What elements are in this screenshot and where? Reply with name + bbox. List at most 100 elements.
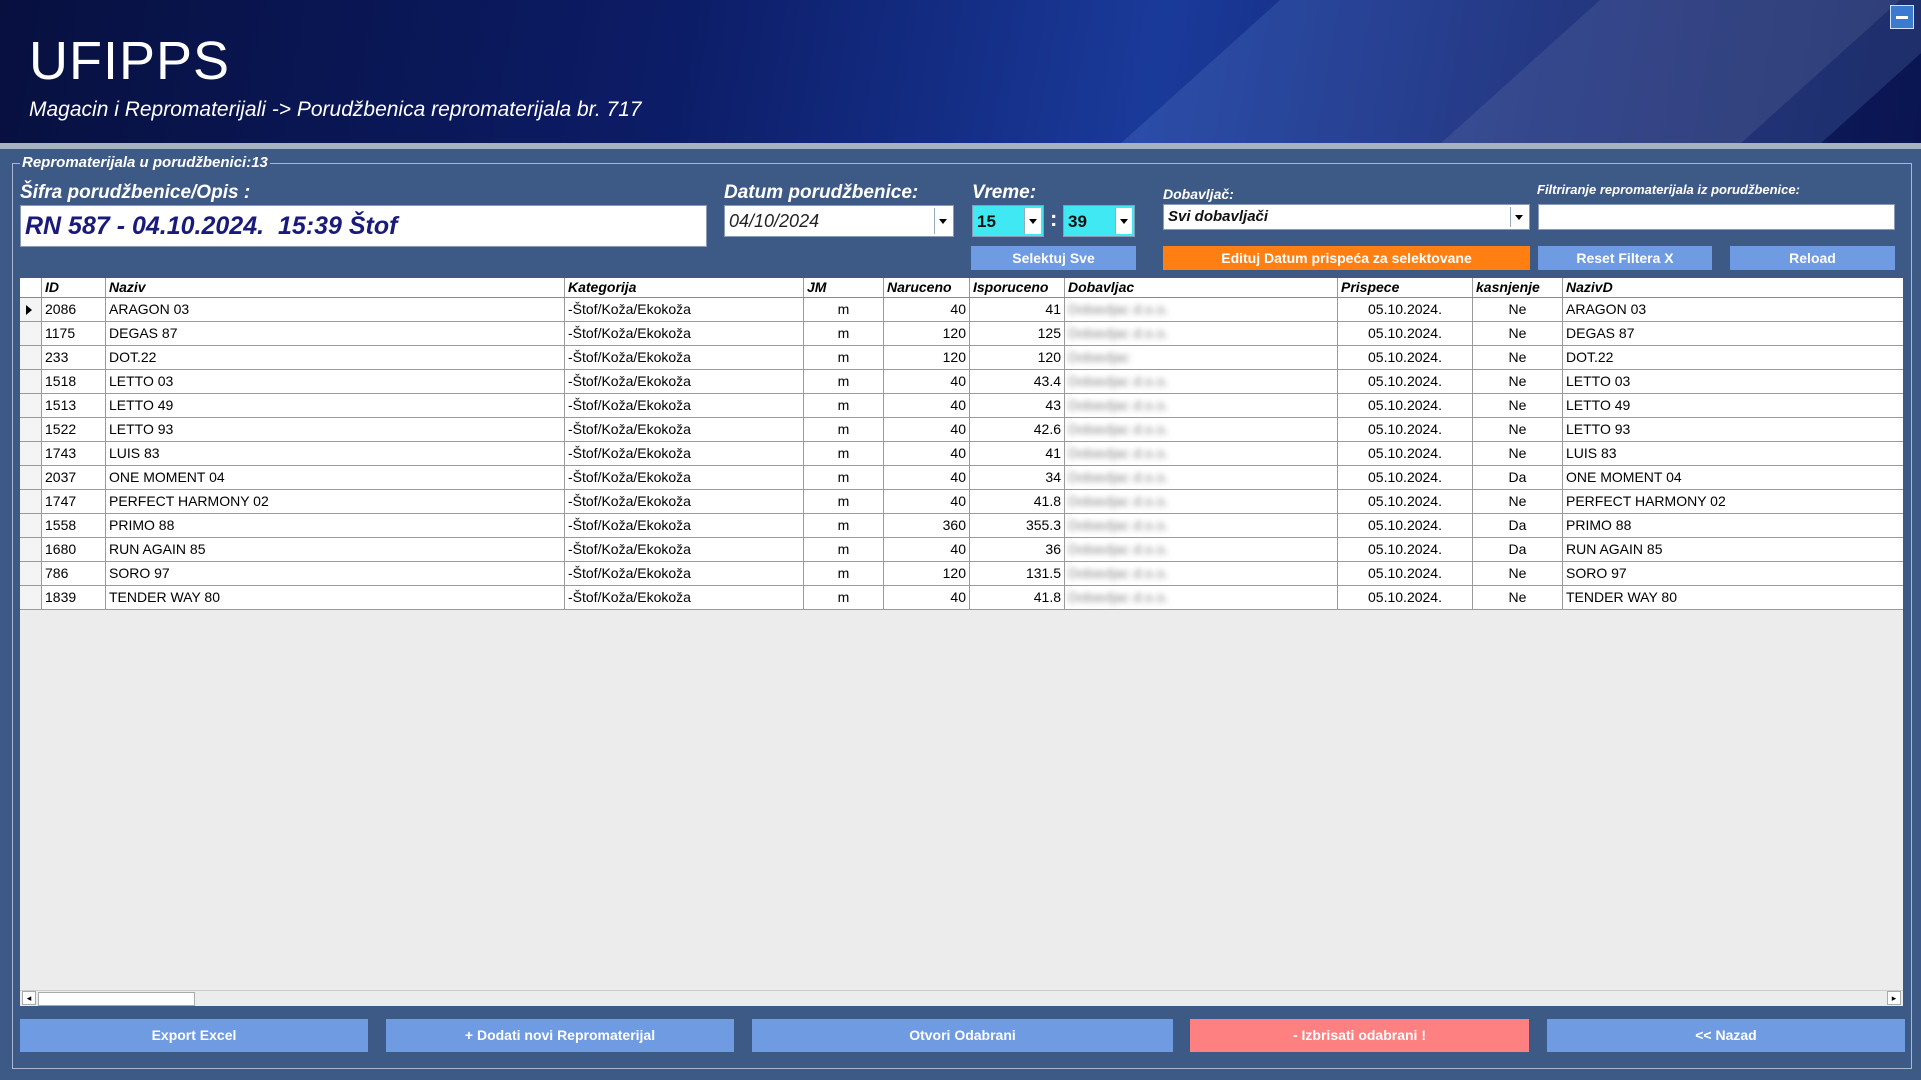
cell-prispece[interactable]: 05.10.2024.	[1338, 514, 1473, 537]
cell-nazivd[interactable]: ONE MOMENT 04	[1563, 466, 1903, 489]
cell-prispece[interactable]: 05.10.2024.	[1338, 370, 1473, 393]
cell-naziv[interactable]: LETTO 49	[106, 394, 565, 417]
cell-id[interactable]: 1743	[42, 442, 106, 465]
table-row[interactable]: 1558 PRIMO 88 -Štof/Koža/Ekokoža m 360 355.3 D…	[20, 514, 1903, 538]
cell-dobavljac[interactable]: Dobavljac d.o.o.	[1065, 514, 1338, 537]
cell-nazivd[interactable]: LUIS 83	[1563, 442, 1903, 465]
cell-dobavljac[interactable]: Dobavljac d.o.o.	[1065, 322, 1338, 345]
cell-id[interactable]: 2037	[42, 466, 106, 489]
row-selector[interactable]	[20, 586, 42, 609]
scroll-thumb[interactable]	[38, 992, 195, 1006]
table-row[interactable]: 1743 LUIS 83 -Štof/Koža/Ekokoža m 40 41 Dobavl…	[20, 442, 1903, 466]
cell-isporuceno[interactable]: 43.4	[970, 370, 1065, 393]
cell-isporuceno[interactable]: 36	[970, 538, 1065, 561]
table-row[interactable]: 1175 DEGAS 87 -Štof/Koža/Ekokoža m 120 125 Dob…	[20, 322, 1903, 346]
delete-selected-button[interactable]: - Izbrisati odabrani !	[1190, 1019, 1529, 1052]
cell-dobavljac[interactable]: Dobavljac	[1065, 346, 1338, 369]
edituj-datum-button[interactable]: Edituj Datum prispeća za selektovane	[1163, 246, 1530, 270]
col-header-nazivd[interactable]: NazivD	[1563, 278, 1903, 297]
open-selected-button[interactable]: Otvori Odabrani	[752, 1019, 1173, 1052]
cell-nazivd[interactable]: ARAGON 03	[1563, 298, 1903, 321]
filter-input[interactable]	[1538, 204, 1895, 230]
table-row[interactable]: 1747 PERFECT HARMONY 02 -Štof/Koža/Ekokoža…	[20, 490, 1903, 514]
chevron-down-icon[interactable]	[1024, 208, 1041, 234]
cell-kategorija[interactable]: -Štof/Koža/Ekokoža	[565, 394, 804, 417]
row-selector[interactable]	[20, 394, 42, 417]
cell-naruceno[interactable]: 40	[884, 538, 970, 561]
cell-naziv[interactable]: ONE MOMENT 04	[106, 466, 565, 489]
cell-kategorija[interactable]: -Štof/Koža/Ekokoža	[565, 442, 804, 465]
minimize-icon[interactable]	[1890, 5, 1914, 29]
cell-prispece[interactable]: 05.10.2024.	[1338, 418, 1473, 441]
cell-nazivd[interactable]: LETTO 03	[1563, 370, 1903, 393]
cell-id[interactable]: 1558	[42, 514, 106, 537]
cell-isporuceno[interactable]: 131.5	[970, 562, 1065, 585]
cell-id[interactable]: 1175	[42, 322, 106, 345]
cell-kategorija[interactable]: -Štof/Koža/Ekokoža	[565, 514, 804, 537]
cell-dobavljac[interactable]: Dobavljac d.o.o.	[1065, 418, 1338, 441]
cell-naziv[interactable]: LUIS 83	[106, 442, 565, 465]
cell-kasnjenje[interactable]: Ne	[1473, 346, 1563, 369]
cell-kasnjenje[interactable]: Da	[1473, 538, 1563, 561]
row-selector[interactable]	[20, 370, 42, 393]
table-row[interactable]: 2086 ARAGON 03 -Štof/Koža/Ekokoža m 40 41 Doba…	[20, 298, 1903, 322]
cell-dobavljac[interactable]: Dobavljac d.o.o.	[1065, 466, 1338, 489]
cell-isporuceno[interactable]: 120	[970, 346, 1065, 369]
cell-naziv[interactable]: PERFECT HARMONY 02	[106, 490, 565, 513]
datum-picker[interactable]: 04/10/2024	[724, 205, 954, 237]
cell-kasnjenje[interactable]: Ne	[1473, 418, 1563, 441]
cell-naruceno[interactable]: 360	[884, 514, 970, 537]
cell-jm[interactable]: m	[804, 442, 884, 465]
cell-jm[interactable]: m	[804, 298, 884, 321]
cell-kategorija[interactable]: -Štof/Koža/Ekokoža	[565, 418, 804, 441]
col-header-kategorija[interactable]: Kategorija	[565, 278, 804, 297]
cell-id[interactable]: 1680	[42, 538, 106, 561]
cell-dobavljac[interactable]: Dobavljac d.o.o.	[1065, 562, 1338, 585]
cell-isporuceno[interactable]: 125	[970, 322, 1065, 345]
cell-id[interactable]: 1522	[42, 418, 106, 441]
chevron-down-icon[interactable]	[1510, 207, 1527, 227]
cell-dobavljac[interactable]: Dobavljac d.o.o.	[1065, 394, 1338, 417]
cell-isporuceno[interactable]: 41	[970, 442, 1065, 465]
cell-kategorija[interactable]: -Štof/Koža/Ekokoža	[565, 322, 804, 345]
selektuj-sve-button[interactable]: Selektuj Sve	[971, 246, 1136, 270]
cell-naruceno[interactable]: 40	[884, 394, 970, 417]
cell-naruceno[interactable]: 40	[884, 442, 970, 465]
materials-grid[interactable]: ID Naziv Kategorija JM Naruceno Isporuce…	[20, 278, 1903, 1005]
cell-isporuceno[interactable]: 41.8	[970, 586, 1065, 609]
horizontal-scrollbar[interactable]: ◂ ▸	[20, 990, 1903, 1006]
hour-select[interactable]: 15	[972, 205, 1044, 237]
col-header-prispece[interactable]: Prispece	[1338, 278, 1473, 297]
cell-id[interactable]: 786	[42, 562, 106, 585]
reload-button[interactable]: Reload	[1730, 246, 1895, 270]
cell-nazivd[interactable]: PRIMO 88	[1563, 514, 1903, 537]
cell-naruceno[interactable]: 40	[884, 490, 970, 513]
row-selector[interactable]	[20, 322, 42, 345]
cell-kasnjenje[interactable]: Ne	[1473, 586, 1563, 609]
back-button[interactable]: << Nazad	[1547, 1019, 1905, 1052]
cell-prispece[interactable]: 05.10.2024.	[1338, 346, 1473, 369]
cell-id[interactable]: 2086	[42, 298, 106, 321]
scroll-right-icon[interactable]: ▸	[1887, 991, 1901, 1005]
cell-jm[interactable]: m	[804, 394, 884, 417]
cell-dobavljac[interactable]: Dobavljac d.o.o.	[1065, 370, 1338, 393]
cell-nazivd[interactable]: DOT.22	[1563, 346, 1903, 369]
cell-kategorija[interactable]: -Štof/Koža/Ekokoža	[565, 562, 804, 585]
table-row[interactable]: 2037 ONE MOMENT 04 -Štof/Koža/Ekokoža m 40 34…	[20, 466, 1903, 490]
sifra-input[interactable]: RN 587 - 04.10.2024. 15:39 Štof	[20, 205, 707, 247]
cell-nazivd[interactable]: LETTO 93	[1563, 418, 1903, 441]
export-excel-button[interactable]: Export Excel	[20, 1019, 368, 1052]
cell-kategorija[interactable]: -Štof/Koža/Ekokoža	[565, 298, 804, 321]
col-header-id[interactable]: ID	[42, 278, 106, 297]
cell-prispece[interactable]: 05.10.2024.	[1338, 562, 1473, 585]
cell-naruceno[interactable]: 40	[884, 370, 970, 393]
row-selector[interactable]	[20, 442, 42, 465]
cell-naruceno[interactable]: 120	[884, 346, 970, 369]
cell-dobavljac[interactable]: Dobavljac d.o.o.	[1065, 538, 1338, 561]
cell-jm[interactable]: m	[804, 586, 884, 609]
table-row[interactable]: 1518 LETTO 03 -Štof/Koža/Ekokoža m 40 43.4 Dob…	[20, 370, 1903, 394]
cell-naziv[interactable]: LETTO 03	[106, 370, 565, 393]
cell-naruceno[interactable]: 40	[884, 586, 970, 609]
cell-kasnjenje[interactable]: Da	[1473, 466, 1563, 489]
cell-jm[interactable]: m	[804, 322, 884, 345]
